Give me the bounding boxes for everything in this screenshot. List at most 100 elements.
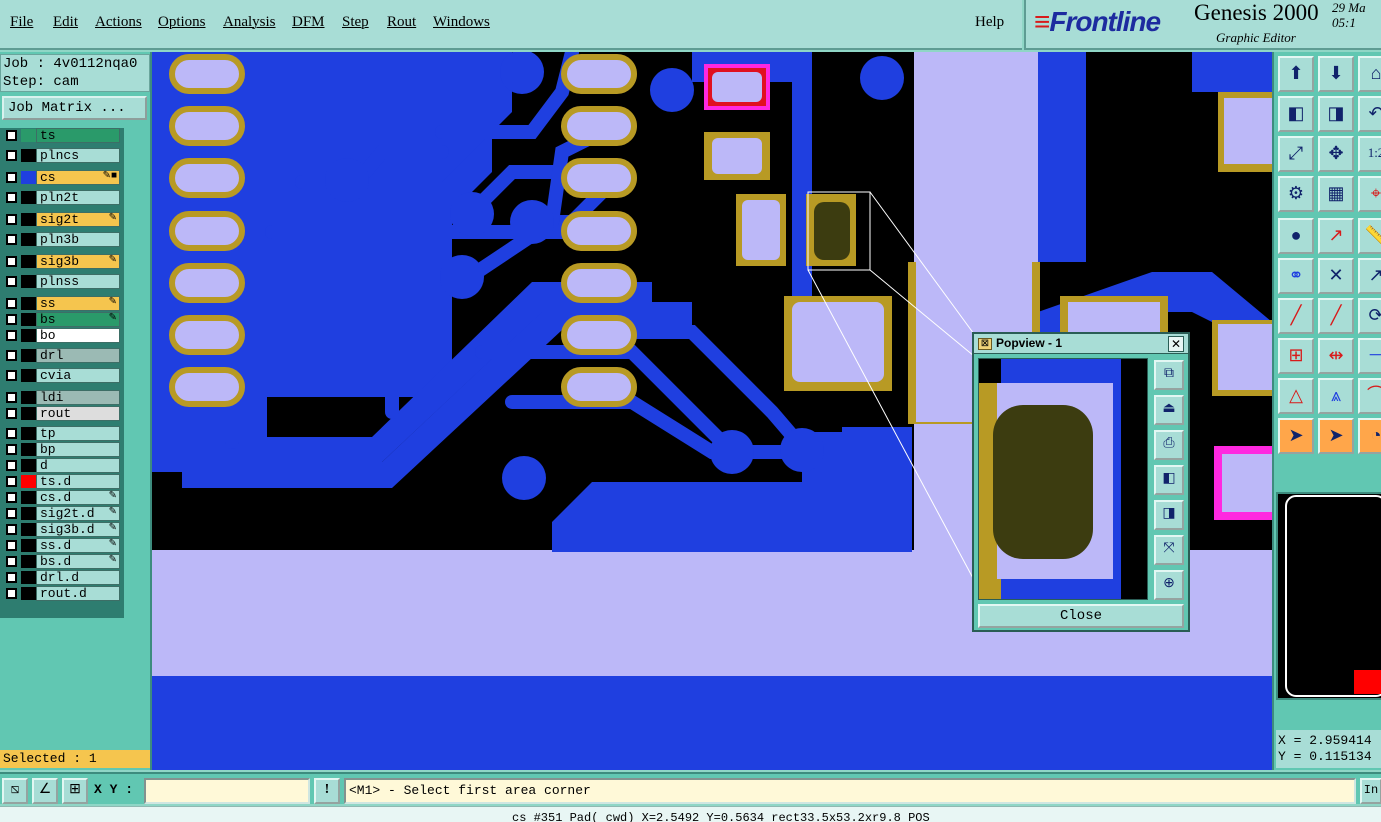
pointer-select-icon[interactable]: ➤ bbox=[1318, 418, 1354, 454]
route-icon[interactable]: ↗ bbox=[1358, 258, 1381, 294]
pan-right-icon[interactable]: ◨ bbox=[1154, 500, 1184, 530]
add-icon[interactable]: ⊞ bbox=[1278, 338, 1314, 374]
layer-name[interactable]: plnss bbox=[36, 274, 120, 289]
menu-actions[interactable]: Actions bbox=[95, 14, 142, 31]
arc-icon[interactable]: △ bbox=[1278, 378, 1314, 414]
grid-icon[interactable]: ▦ bbox=[1318, 176, 1354, 212]
layer-checkbox[interactable] bbox=[6, 234, 17, 245]
layer-checkbox[interactable] bbox=[6, 298, 17, 309]
layer-row-drl-d[interactable]: drl.d bbox=[2, 570, 120, 585]
layer-row-d[interactable]: d bbox=[2, 458, 120, 473]
layer-checkbox[interactable] bbox=[6, 214, 17, 225]
pan-icon[interactable]: ✥ bbox=[1318, 136, 1354, 172]
layer-row-ss[interactable]: ss ✎ bbox=[2, 296, 120, 311]
layer-color-swatch[interactable] bbox=[21, 523, 36, 536]
layer-row-cs[interactable]: cs ✎■ bbox=[2, 170, 120, 185]
undo-icon[interactable]: ↶ bbox=[1358, 96, 1381, 132]
align-icon[interactable]: ⊣ bbox=[1358, 338, 1381, 374]
layer-name[interactable]: ldi bbox=[36, 390, 120, 405]
close-icon[interactable]: ✕ bbox=[1168, 336, 1184, 352]
layer-row-cs-d[interactable]: cs.d ✎ bbox=[2, 490, 120, 505]
menu-rout[interactable]: Rout bbox=[387, 14, 416, 31]
layer-row-ldi[interactable]: ldi bbox=[2, 390, 120, 405]
layer-checkbox[interactable] bbox=[6, 392, 17, 403]
pan-right-icon[interactable]: ◨ bbox=[1318, 96, 1354, 132]
layer-name[interactable]: drl bbox=[36, 348, 120, 363]
layer-name[interactable]: bs.d bbox=[36, 554, 120, 569]
select-icon[interactable]: ● bbox=[1278, 218, 1314, 254]
ruler-icon[interactable]: 📏 bbox=[1358, 218, 1381, 254]
layer-name[interactable]: ss.d bbox=[36, 538, 120, 553]
line-icon[interactable]: ╱ bbox=[1278, 298, 1314, 334]
layer-checkbox[interactable] bbox=[6, 350, 17, 361]
layer-checkbox[interactable] bbox=[6, 192, 17, 203]
grid-toggle-icon[interactable]: ⊞ bbox=[62, 778, 88, 804]
layer-row-pln2t[interactable]: pln2t bbox=[2, 190, 120, 205]
layer-color-swatch[interactable] bbox=[21, 171, 36, 184]
layer-color-swatch[interactable] bbox=[21, 233, 36, 246]
layer-row-sig3b-d[interactable]: sig3b.d ✎ bbox=[2, 522, 120, 537]
layer-row-plncs[interactable]: plncs bbox=[2, 148, 120, 163]
layer-checkbox[interactable] bbox=[6, 524, 17, 535]
layer-color-swatch[interactable] bbox=[21, 407, 36, 420]
layer-color-swatch[interactable] bbox=[21, 427, 36, 440]
close-button[interactable]: Close bbox=[978, 604, 1184, 628]
menu-file[interactable]: File bbox=[10, 14, 33, 31]
polygon-icon[interactable]: ⩓ bbox=[1318, 378, 1354, 414]
layer-name[interactable]: sig3b bbox=[36, 254, 120, 269]
xy-input[interactable] bbox=[144, 778, 310, 804]
pan-left-icon[interactable]: ◧ bbox=[1278, 96, 1314, 132]
info-button[interactable]: In bbox=[1360, 778, 1381, 804]
layer-row-bo[interactable]: bo bbox=[2, 328, 120, 343]
mirror-icon[interactable]: ⇹ bbox=[1318, 338, 1354, 374]
layer-color-swatch[interactable] bbox=[21, 255, 36, 268]
layer-checkbox[interactable] bbox=[6, 172, 17, 183]
layer-checkbox[interactable] bbox=[6, 130, 17, 141]
layer-name[interactable]: tp bbox=[36, 426, 120, 441]
layer-checkbox[interactable] bbox=[6, 150, 17, 161]
layer-color-swatch[interactable] bbox=[21, 191, 36, 204]
layer-row-sig3b[interactable]: sig3b ✎ bbox=[2, 254, 120, 269]
layer-name[interactable]: ts.d bbox=[36, 474, 120, 489]
layer-color-swatch[interactable] bbox=[21, 349, 36, 362]
layer-row-cvia[interactable]: cvia bbox=[2, 368, 120, 383]
alert-icon[interactable]: ! bbox=[314, 778, 340, 804]
layer-color-swatch[interactable] bbox=[21, 587, 36, 600]
popview-titlebar[interactable]: ⊠ Popview - 1 ✕ bbox=[974, 334, 1188, 354]
menu-analysis[interactable]: Analysis bbox=[223, 14, 276, 31]
layer-checkbox[interactable] bbox=[6, 314, 17, 325]
layer-color-swatch[interactable] bbox=[21, 491, 36, 504]
layer-name[interactable]: bo bbox=[36, 328, 120, 343]
layer-name[interactable]: cvia bbox=[36, 368, 120, 383]
layer-color-swatch[interactable] bbox=[21, 475, 36, 488]
layer-color-swatch[interactable] bbox=[21, 571, 36, 584]
layer-checkbox[interactable] bbox=[6, 540, 17, 551]
layer-name[interactable]: sig2t bbox=[36, 212, 120, 227]
menu-step[interactable]: Step bbox=[342, 14, 369, 31]
layer-name[interactable]: plncs bbox=[36, 148, 120, 163]
layer-color-swatch[interactable] bbox=[21, 129, 36, 142]
layer-checkbox[interactable] bbox=[6, 572, 17, 583]
layer-color-swatch[interactable] bbox=[21, 459, 36, 472]
layer-checkbox[interactable] bbox=[6, 330, 17, 341]
layer-name[interactable]: sig3b.d bbox=[36, 522, 120, 537]
layer-checkbox[interactable] bbox=[6, 256, 17, 267]
window-select-icon[interactable]: ⧅ bbox=[2, 778, 28, 804]
layer-color-swatch[interactable] bbox=[21, 391, 36, 404]
measure-icon[interactable]: ∠ bbox=[32, 778, 58, 804]
layer-color-swatch[interactable] bbox=[21, 297, 36, 310]
menu-dfm[interactable]: DFM bbox=[292, 14, 325, 31]
layer-row-rout-d[interactable]: rout.d bbox=[2, 586, 120, 601]
layer-color-swatch[interactable] bbox=[21, 329, 36, 342]
zoom-home-icon[interactable]: ⏏ bbox=[1154, 395, 1184, 425]
layer-row-ss-d[interactable]: ss.d ✎ bbox=[2, 538, 120, 553]
popview-canvas[interactable] bbox=[978, 358, 1148, 600]
delete-icon[interactable]: ✕ bbox=[1318, 258, 1354, 294]
zoom-in-icon[interactable]: ⬆ bbox=[1278, 56, 1314, 92]
menu-options[interactable]: Options bbox=[158, 14, 206, 31]
layer-checkbox[interactable] bbox=[6, 276, 17, 287]
layer-row-pln3b[interactable]: pln3b bbox=[2, 232, 120, 247]
layer-checkbox[interactable] bbox=[6, 508, 17, 519]
layer-color-swatch[interactable] bbox=[21, 313, 36, 326]
layer-row-rout[interactable]: rout bbox=[2, 406, 120, 421]
